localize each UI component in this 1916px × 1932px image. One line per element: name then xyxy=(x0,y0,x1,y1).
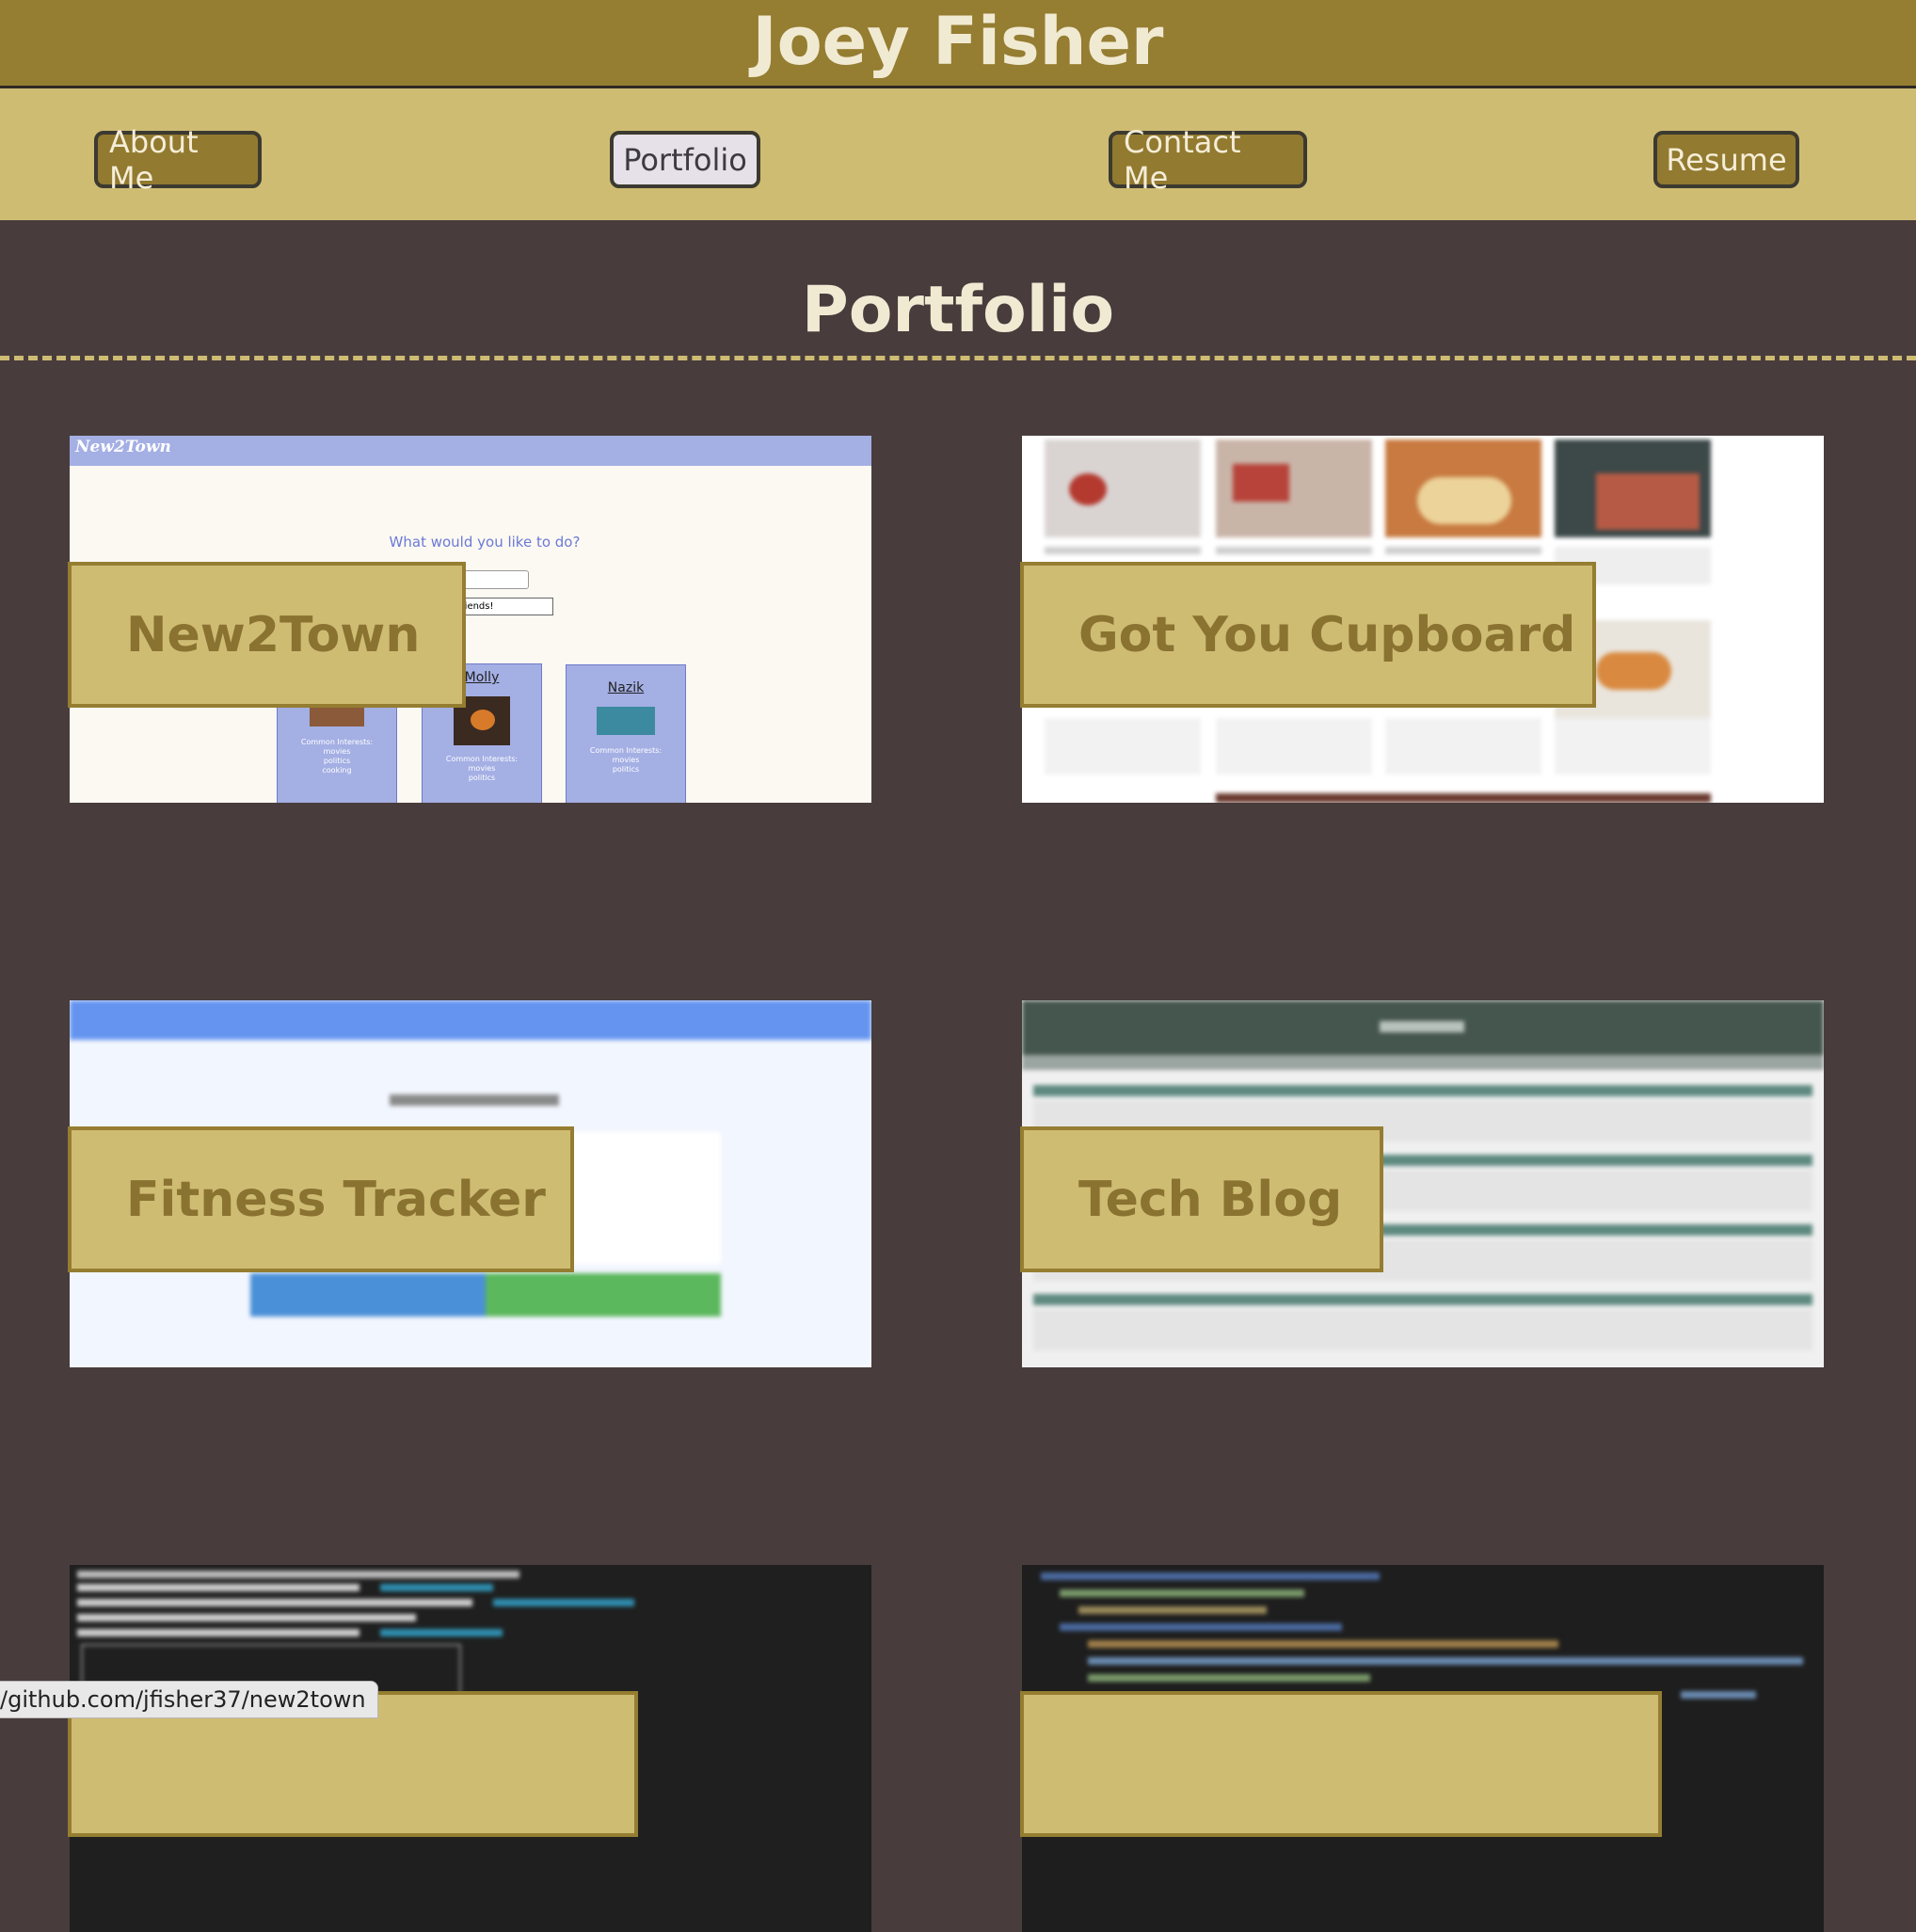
section-divider xyxy=(0,356,1916,360)
project-label-fitness-tracker[interactable]: Fitness Tracker xyxy=(68,1126,574,1272)
preview-card-name: Nazik xyxy=(607,680,645,695)
preview-interests: Common Interests: movies politics xyxy=(589,746,663,774)
project-label-6[interactable] xyxy=(1020,1691,1662,1837)
site-title: Joey Fisher xyxy=(752,3,1164,80)
main-nav: About Me Portfolio Contact Me Resume xyxy=(0,88,1916,220)
preview-person-card: Nazik Common Interests: movies politics xyxy=(566,664,686,803)
preview-person-card: Common Interests: movies politics cookin… xyxy=(277,692,397,803)
project-label-tech-blog[interactable]: Tech Blog xyxy=(1020,1126,1383,1272)
status-bar-url: /github.com/jfisher37/new2town xyxy=(0,1681,378,1718)
nav-resume-button[interactable]: Resume xyxy=(1653,131,1799,188)
preview-photo xyxy=(597,707,655,735)
preview-interests: Common Interests: movies politics xyxy=(445,755,519,782)
section-title: Portfolio xyxy=(801,273,1115,347)
site-header: Joey Fisher xyxy=(0,0,1916,88)
preview-logo: New2Town xyxy=(75,438,171,456)
nav-contact-me-button[interactable]: Contact Me xyxy=(1109,124,1307,196)
preview-navbar: New2Town xyxy=(70,436,871,466)
nav-about-me-button[interactable]: About Me xyxy=(94,124,262,196)
preview-question: What would you like to do? xyxy=(389,534,581,551)
preview-interests: Common Interests: movies politics cookin… xyxy=(300,738,374,774)
project-label-new2town[interactable]: New2Town xyxy=(68,562,466,708)
project-label-got-you-cupboard[interactable]: Got You Cupboard xyxy=(1020,562,1596,708)
nav-portfolio-button[interactable]: Portfolio xyxy=(610,131,760,188)
